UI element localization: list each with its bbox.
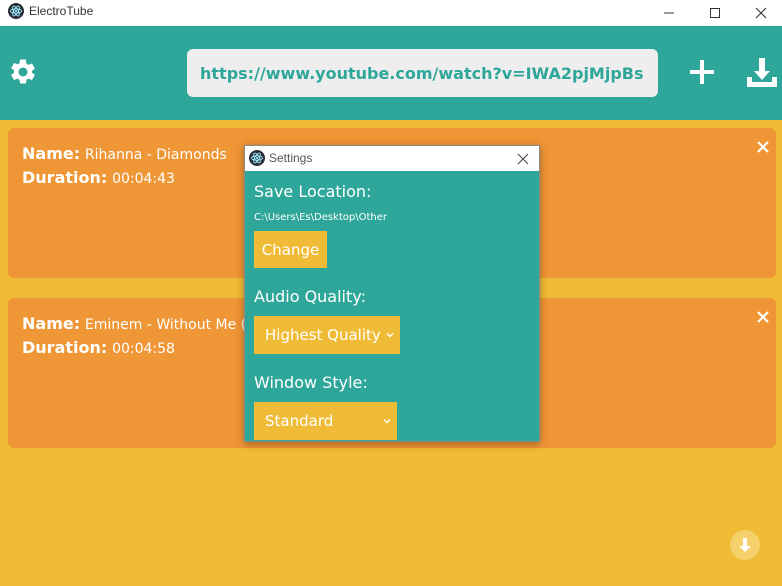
arrow-down-icon — [739, 538, 751, 552]
electron-atom-icon — [8, 3, 24, 19]
app-header: https://www.youtube.com/watch?v=IWA2pjMj… — [0, 26, 782, 120]
chevron-down-icon — [386, 333, 394, 338]
audio-quality-select[interactable]: Highest Quality — [254, 316, 400, 354]
name-label: Name: — [22, 314, 81, 333]
remove-item-icon[interactable] — [756, 310, 770, 324]
url-input[interactable]: https://www.youtube.com/watch?v=IWA2pjMj… — [187, 49, 658, 97]
window-close-button[interactable] — [738, 0, 782, 26]
plus-icon[interactable] — [687, 57, 717, 87]
gear-icon[interactable] — [8, 57, 38, 87]
item-name: Rihanna - Diamonds — [84, 147, 227, 163]
item-duration-row: Duration: 00:04:58 — [22, 338, 175, 357]
duration-label: Duration: — [22, 338, 108, 357]
item-name-row: Name: Eminem - Without Me ( — [22, 314, 246, 333]
minimize-button[interactable] — [646, 0, 692, 26]
item-duration-row: Duration: 00:04:43 — [22, 168, 175, 187]
item-name: Eminem - Without Me ( — [84, 317, 247, 333]
settings-dialog: Settings Save Location: C:\Users\Es\Desk… — [244, 145, 540, 442]
maximize-button[interactable] — [692, 0, 738, 26]
name-label: Name: — [22, 144, 81, 163]
download-icon[interactable] — [745, 55, 779, 89]
window-title: ElectroTube — [29, 4, 94, 18]
scroll-down-button[interactable] — [730, 530, 760, 560]
audio-quality-label: Audio Quality: — [254, 287, 366, 306]
window-style-value: Standard — [265, 412, 334, 430]
dialog-close-button[interactable] — [513, 149, 533, 169]
remove-item-icon[interactable] — [756, 140, 770, 154]
save-path: C:\Users\Es\Desktop\Other — [254, 212, 387, 223]
chevron-down-icon — [383, 419, 391, 424]
dialog-titlebar: Settings — [245, 146, 539, 171]
minimize-icon — [664, 12, 674, 14]
dialog-title: Settings — [269, 151, 313, 165]
save-location-label: Save Location: — [254, 182, 372, 201]
item-duration: 00:04:58 — [112, 341, 175, 357]
change-location-button[interactable]: Change — [254, 231, 327, 268]
window-style-select[interactable]: Standard — [254, 402, 397, 440]
item-name-row: Name: Rihanna - Diamonds — [22, 144, 227, 163]
window-titlebar: ElectroTube — [0, 0, 782, 26]
close-icon — [517, 153, 529, 165]
electron-atom-icon — [249, 150, 265, 166]
close-icon — [755, 7, 767, 19]
item-duration: 00:04:43 — [112, 171, 175, 187]
duration-label: Duration: — [22, 168, 108, 187]
maximize-icon — [710, 8, 720, 18]
audio-quality-value: Highest Quality — [265, 326, 381, 344]
window-style-label: Window Style: — [254, 373, 368, 392]
